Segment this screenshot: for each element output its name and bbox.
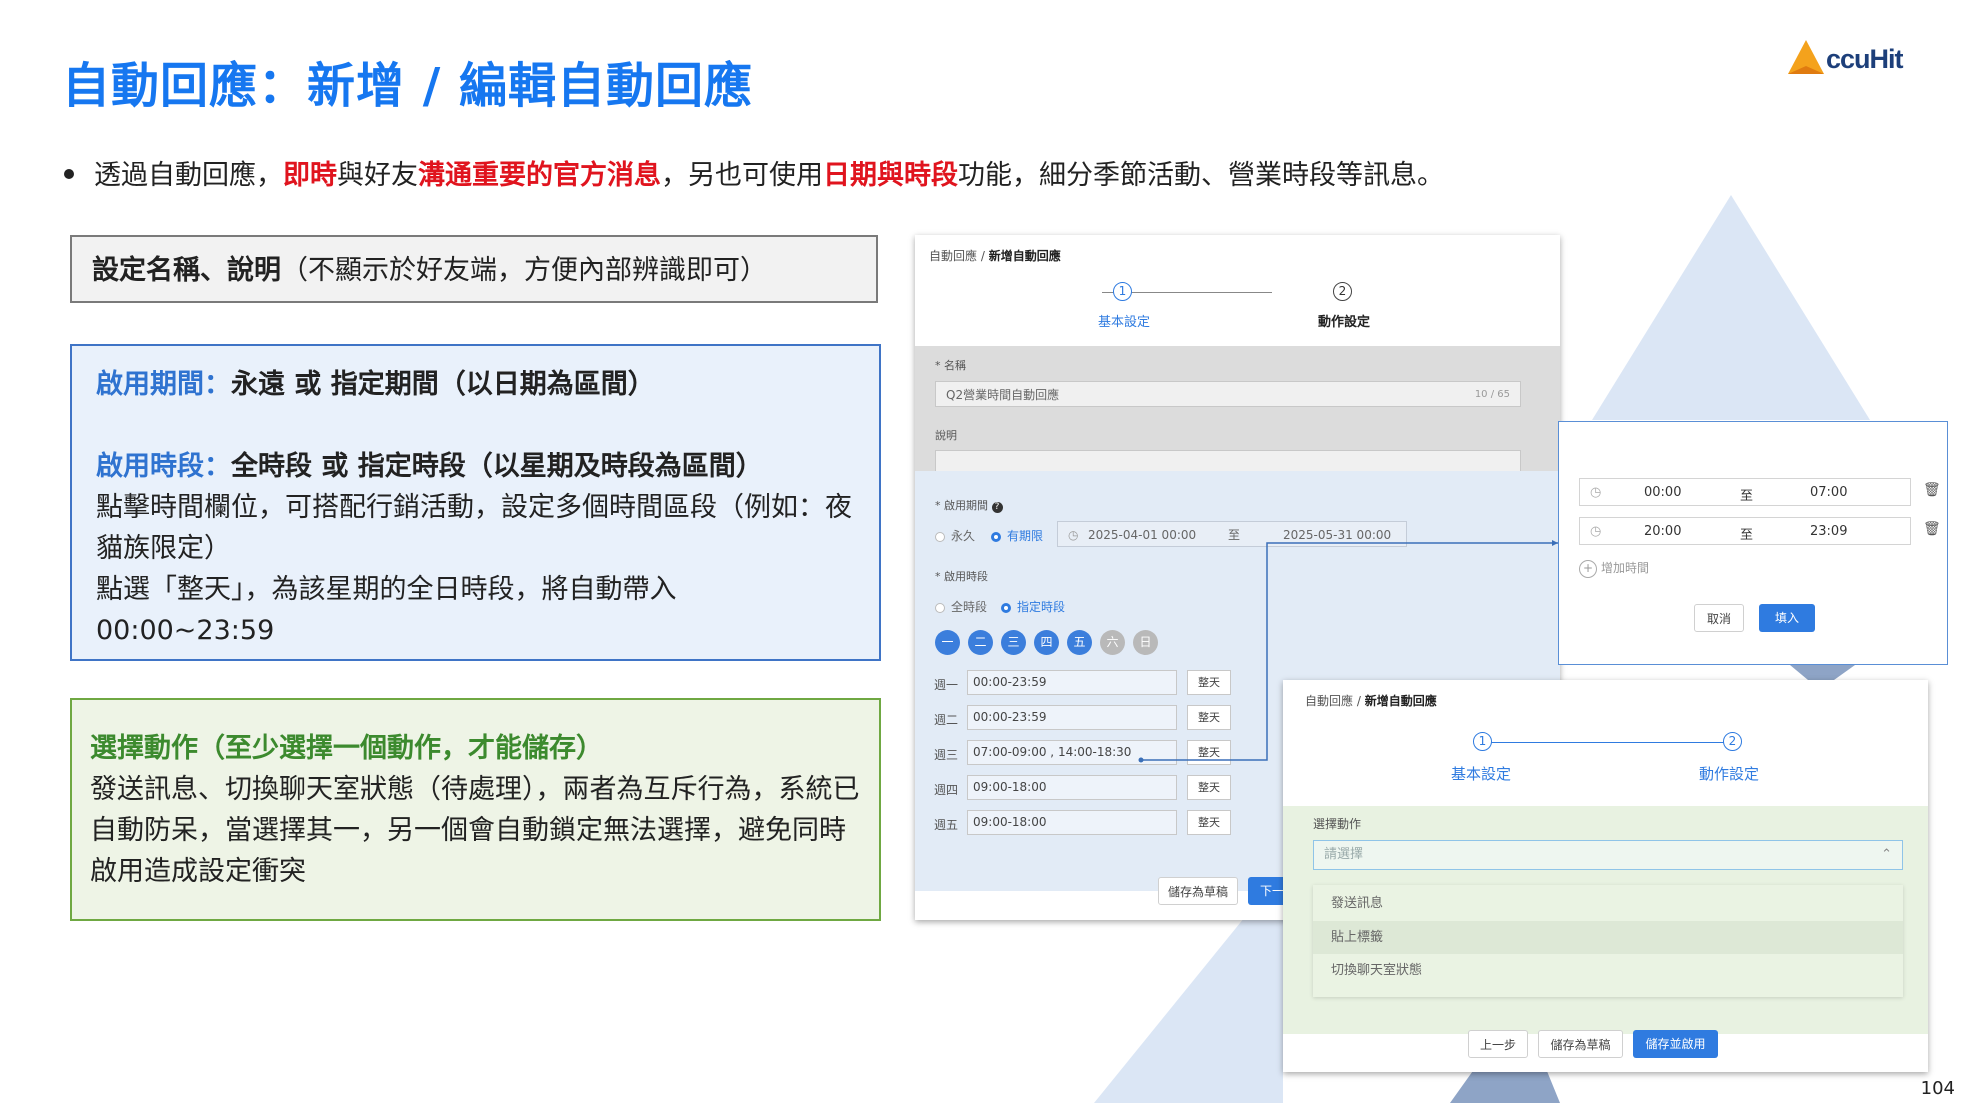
action-settings-screenshot: 自動回應 / 新增自動回應 1 基本設定 2 動作設定 選擇動作 請選擇 ⌃ 發…	[1283, 680, 1928, 1072]
action-dropdown: 發送訊息 貼上標籤 切換聊天室狀態	[1313, 885, 1903, 997]
action-label: 選擇動作	[1313, 817, 1362, 831]
time-range-popup: ◷ 00:00 至 07:00 🗑 ◷ 20:00 至 23:09 🗑 + 增加時…	[1558, 421, 1948, 665]
time-range-row[interactable]: ◷ 00:00 至 07:00	[1579, 478, 1911, 506]
page-number: 104	[1920, 1078, 1955, 1099]
save-draft-button[interactable]: 儲存為草稿	[1538, 1030, 1623, 1058]
trash-icon[interactable]: 🗑	[1923, 482, 1941, 498]
option-add-tag[interactable]: 貼上標籤	[1313, 921, 1903, 954]
chevron-up-icon: ⌃	[1881, 847, 1892, 862]
step-2-circle: 2	[1723, 732, 1742, 751]
trash-icon[interactable]: 🗑	[1923, 521, 1941, 537]
cancel-button[interactable]: 取消	[1694, 604, 1744, 632]
time-range-row[interactable]: ◷ 20:00 至 23:09	[1579, 517, 1911, 545]
breadcrumb-root[interactable]: 自動回應	[1305, 694, 1353, 708]
breadcrumb: 自動回應 / 新增自動回應	[1305, 694, 1437, 708]
plus-icon: +	[1579, 560, 1597, 578]
clock-icon: ◷	[1590, 485, 1602, 500]
step-2-label: 動作設定	[1699, 765, 1760, 783]
step-1-label: 基本設定	[1451, 765, 1512, 783]
action-select[interactable]: 請選擇 ⌃	[1313, 840, 1903, 870]
add-time-button[interactable]: + 增加時間	[1579, 559, 1649, 578]
step-1-circle: 1	[1473, 732, 1492, 751]
option-send-message[interactable]: 發送訊息	[1313, 887, 1903, 920]
clock-icon: ◷	[1590, 524, 1602, 539]
save-enable-button[interactable]: 儲存並啟用	[1633, 1030, 1718, 1058]
fill-button[interactable]: 填入	[1759, 604, 1815, 632]
option-switch-chat-status[interactable]: 切換聊天室狀態	[1313, 954, 1903, 987]
prev-step-button[interactable]: 上一步	[1468, 1030, 1528, 1058]
